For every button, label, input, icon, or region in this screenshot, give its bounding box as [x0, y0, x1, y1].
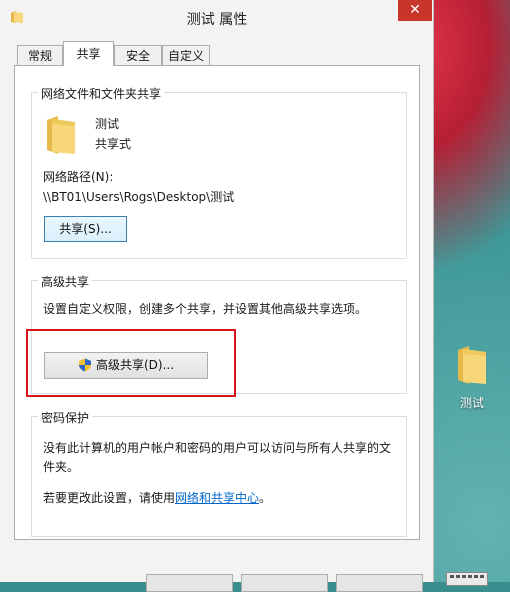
password-info-line2: 件夹。: [43, 460, 80, 474]
properties-window: 测试 属性 ✕ 常规 共享 安全 自定义 网络文件和文件夹共享 测试 共享式 网…: [0, 0, 434, 592]
advanced-sharing-description: 设置自定义权限，创建多个共享，并设置其他高级共享选项。: [43, 302, 368, 316]
change-setting-text: 若要更改此设置，请使用网络和共享中心。: [43, 489, 271, 506]
group-title: 密码保护: [38, 409, 93, 426]
desktop-folder-icon[interactable]: 测试: [444, 344, 500, 411]
title-bar[interactable]: 测试 属性 ✕: [0, 0, 434, 34]
close-button[interactable]: ✕: [398, 0, 432, 21]
password-info-line1: 没有此计算机的用户帐户和密码的用户可以访问与所有人共享的文: [43, 441, 392, 455]
network-sharing-center-link[interactable]: 网络和共享中心: [175, 491, 259, 505]
ok-button[interactable]: [146, 574, 233, 592]
share-button[interactable]: 共享(S)...: [44, 216, 127, 242]
apply-button[interactable]: [336, 574, 423, 592]
network-path-label: 网络路径(N):: [43, 170, 114, 184]
window-title: 测试 属性: [186, 12, 248, 28]
network-path-value: \\BT01\Users\Rogs\Desktop\测试: [43, 190, 235, 204]
tab-security[interactable]: 安全: [114, 45, 162, 65]
tab-label: 自定义: [167, 49, 204, 63]
tab-general[interactable]: 常规: [17, 45, 63, 65]
close-icon: ✕: [409, 2, 421, 18]
share-status: 共享式: [95, 137, 132, 151]
folder-icon: [44, 114, 78, 156]
group-title: 网络文件和文件夹共享: [38, 85, 165, 102]
keyboard-icon[interactable]: [446, 572, 488, 586]
folder-icon: [455, 344, 489, 386]
change-suffix: 。: [259, 491, 272, 505]
group-title: 高级共享: [38, 273, 93, 290]
highlight-box: [26, 329, 236, 397]
tab-customize[interactable]: 自定义: [162, 45, 210, 65]
password-protection-group: 密码保护: [31, 409, 407, 537]
tab-sharing[interactable]: 共享: [63, 41, 114, 66]
share-button-label: 共享(S)...: [59, 222, 112, 236]
folder-name: 测试: [95, 117, 120, 131]
cancel-button[interactable]: [241, 574, 328, 592]
tab-label: 共享: [76, 47, 101, 61]
desktop-icon-label: 测试: [459, 396, 484, 410]
tab-label: 安全: [125, 49, 150, 63]
change-prefix: 若要更改此设置，请使用: [43, 491, 176, 505]
tab-label: 常规: [27, 49, 52, 63]
